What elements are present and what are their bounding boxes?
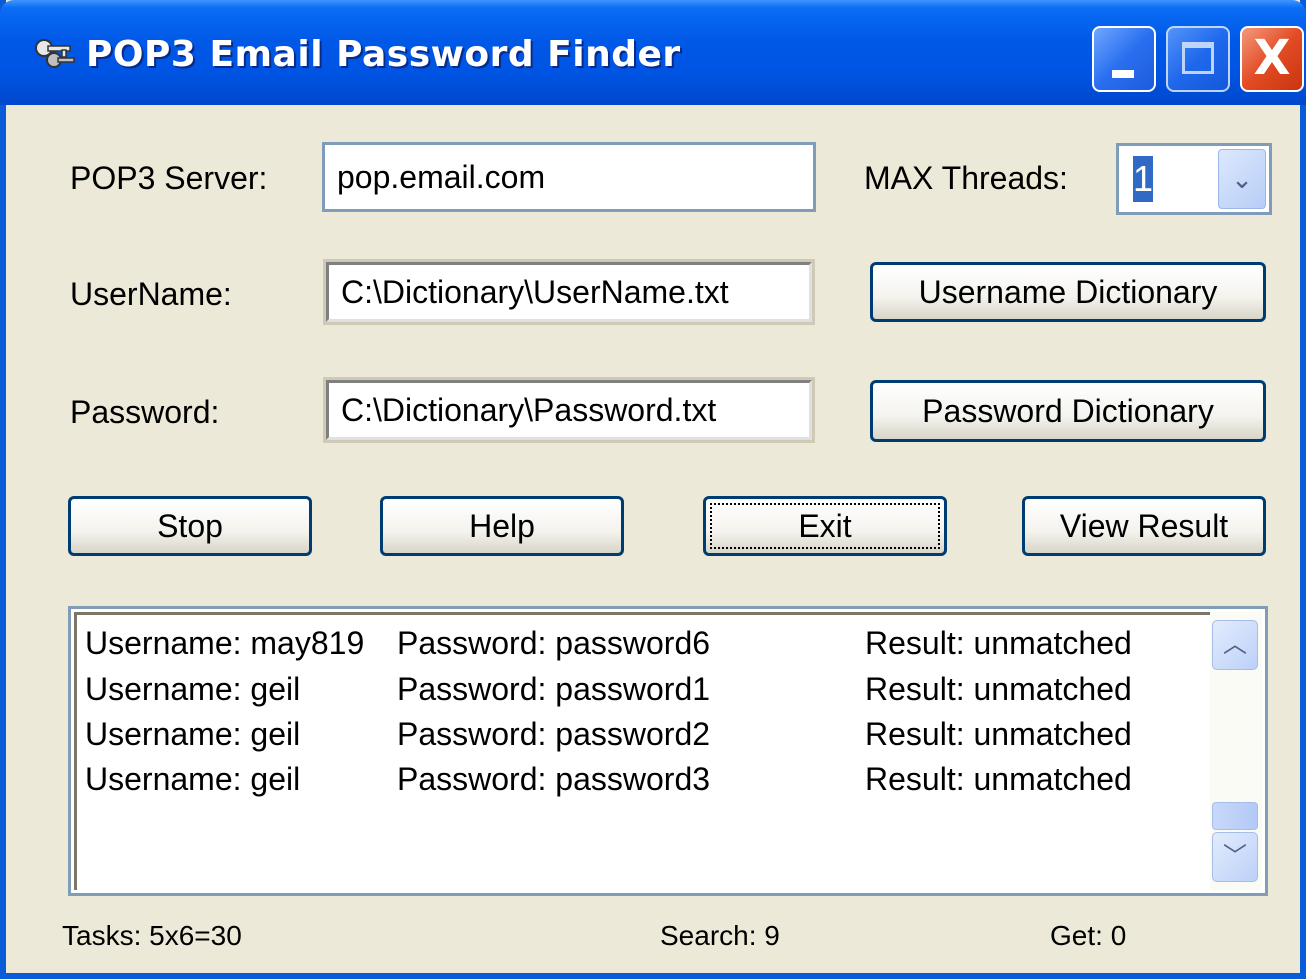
maximize-button[interactable] [1166,26,1230,92]
view-result-label: View Result [1059,507,1229,544]
list-item[interactable]: Username: geil Password: password2 Resul… [85,716,1185,760]
row-username: Username: geil [85,761,301,797]
exit-label: Exit [798,507,852,544]
chevron-down-icon[interactable]: ⌄ [1218,149,1266,209]
row-password: Password: password2 [397,716,711,752]
username-file-input[interactable]: C:\Dictionary\UserName.txt [323,259,815,325]
username-dictionary-label: Username Dictionary [918,273,1218,310]
server-input[interactable]: pop.email.com [322,142,816,212]
list-item[interactable]: Username: may819 Password: password6 Res… [85,625,1185,669]
row-username: Username: may819 [85,625,365,661]
stop-button[interactable]: Stop [68,496,312,556]
threads-label: MAX Threads: [864,160,1068,196]
row-username: Username: geil [85,671,301,707]
row-username: Username: geil [85,716,301,752]
keys-icon [35,39,75,68]
exit-button[interactable]: Exit [703,496,947,556]
row-password: Password: password6 [397,625,711,661]
chevron-up-icon[interactable]: ︿ [1212,620,1258,670]
list-item[interactable]: Username: geil Password: password3 Resul… [85,761,1185,805]
scrollbar-thumb[interactable] [1212,802,1258,830]
row-result: Result: unmatched [865,716,1132,752]
close-icon: X [1253,30,1291,86]
row-result: Result: unmatched [865,761,1132,797]
title-bar[interactable]: POP3 Email Password Finder X [0,0,1306,105]
row-password: Password: password3 [397,761,711,797]
help-label: Help [469,507,535,544]
results-list[interactable]: Username: may819 Password: password6 Res… [68,606,1268,896]
minimize-icon [1112,70,1134,78]
close-button[interactable]: X [1240,26,1304,92]
stop-label: Stop [157,507,223,544]
username-label: UserName: [70,276,232,312]
threads-select[interactable]: 1 ⌄ [1116,143,1272,215]
chevron-down-icon[interactable]: ﹀ [1212,832,1258,882]
help-button[interactable]: Help [380,496,624,556]
server-label: POP3 Server: [70,160,268,196]
view-result-button[interactable]: View Result [1022,496,1266,556]
row-result: Result: unmatched [865,671,1132,707]
list-item[interactable]: Username: geil Password: password1 Resul… [85,671,1185,715]
maximize-icon [1182,42,1214,74]
password-label: Password: [70,394,220,430]
app-window: POP3 Email Password Finder X POP3 Server… [0,0,1306,979]
row-result: Result: unmatched [865,625,1132,661]
password-dictionary-label: Password Dictionary [922,392,1214,429]
status-tasks: Tasks: 5x6=30 [62,920,242,951]
row-password: Password: password1 [397,671,711,707]
threads-value: 1 [1133,156,1153,202]
password-dictionary-button[interactable]: Password Dictionary [870,380,1266,442]
status-search: Search: 9 [660,920,780,951]
window-title: POP3 Email Password Finder [86,34,681,75]
vertical-scrollbar[interactable]: ︿ ﹀ [1210,612,1262,890]
status-get: Get: 0 [1050,920,1127,951]
minimize-button[interactable] [1092,26,1156,92]
password-file-input[interactable]: C:\Dictionary\Password.txt [323,377,815,443]
username-dictionary-button[interactable]: Username Dictionary [870,262,1266,322]
